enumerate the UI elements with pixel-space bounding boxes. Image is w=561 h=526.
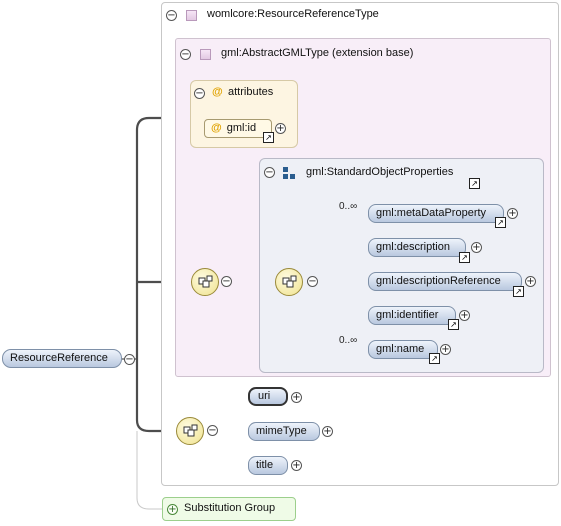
expand-uri-toggle[interactable]: + bbox=[291, 392, 302, 403]
sequence-icon bbox=[176, 417, 204, 445]
link-icon[interactable]: ↗ bbox=[513, 286, 524, 297]
occurrence-label: 0..∞ bbox=[339, 201, 358, 212]
collapse-attributes-toggle[interactable]: − bbox=[194, 88, 205, 99]
extension-type-icon bbox=[200, 49, 211, 60]
sequence-icon bbox=[191, 268, 219, 296]
expand-description-toggle[interactable]: + bbox=[471, 242, 482, 253]
link-icon[interactable]: ↗ bbox=[459, 252, 470, 263]
expand-gml-id-toggle[interactable]: + bbox=[275, 123, 286, 134]
link-icon[interactable]: ↗ bbox=[429, 353, 440, 364]
expand-identifier-toggle[interactable]: + bbox=[459, 310, 470, 321]
attribute-label: gml:id bbox=[226, 122, 257, 134]
element-identifier[interactable]: gml:identifier bbox=[368, 306, 456, 325]
occurrence-label: 0..∞ bbox=[339, 335, 358, 346]
expand-descriptionreference-toggle[interactable]: + bbox=[525, 276, 536, 287]
element-title[interactable]: title bbox=[248, 456, 288, 475]
element-metadataproperty[interactable]: gml:metaDataProperty bbox=[368, 204, 504, 223]
link-icon[interactable]: ↗ bbox=[448, 319, 459, 330]
element-name[interactable]: gml:name bbox=[368, 340, 438, 359]
element-mimetype[interactable]: mimeType bbox=[248, 422, 320, 441]
complex-type-title: womlcore:ResourceReferenceType bbox=[207, 8, 379, 20]
element-uri[interactable]: uri bbox=[248, 387, 288, 406]
attribute-gml-id[interactable]: @ gml:id bbox=[204, 119, 272, 138]
attributes-at-icon: @ bbox=[212, 86, 223, 98]
element-description[interactable]: gml:description bbox=[368, 238, 466, 257]
collapse-type-toggle[interactable]: − bbox=[166, 10, 177, 21]
substitution-group-label: Substitution Group bbox=[184, 502, 276, 514]
element-descriptionreference[interactable]: gml:descriptionReference bbox=[368, 272, 522, 291]
group-link-icon[interactable]: ↗ bbox=[469, 178, 480, 189]
sequence-icon bbox=[275, 268, 303, 296]
link-icon[interactable]: ↗ bbox=[495, 217, 506, 228]
expand-mimetype-toggle[interactable]: + bbox=[322, 426, 333, 437]
group-icon bbox=[283, 167, 297, 181]
complex-type-icon bbox=[186, 10, 197, 21]
collapse-root-toggle[interactable]: − bbox=[124, 354, 135, 365]
attribute-at-icon: @ bbox=[211, 122, 222, 134]
collapse-group-toggle[interactable]: − bbox=[264, 167, 275, 178]
attributes-title: attributes bbox=[228, 86, 274, 98]
expand-name-toggle[interactable]: + bbox=[440, 344, 451, 355]
expand-title-toggle[interactable]: + bbox=[291, 460, 302, 471]
collapse-sequence-3-toggle[interactable]: − bbox=[207, 425, 218, 436]
root-element[interactable]: ResourceReference bbox=[2, 349, 122, 368]
collapse-extension-toggle[interactable]: − bbox=[180, 49, 191, 60]
collapse-sequence-1-toggle[interactable]: − bbox=[221, 276, 232, 287]
expand-substitution-toggle[interactable]: + bbox=[167, 504, 178, 515]
expand-metadataproperty-toggle[interactable]: + bbox=[507, 208, 518, 219]
extension-base-title: gml:AbstractGMLType (extension base) bbox=[221, 47, 414, 59]
collapse-sequence-2-toggle[interactable]: − bbox=[307, 276, 318, 287]
link-icon[interactable]: ↗ bbox=[263, 132, 274, 143]
group-title: gml:StandardObjectProperties bbox=[306, 166, 454, 178]
